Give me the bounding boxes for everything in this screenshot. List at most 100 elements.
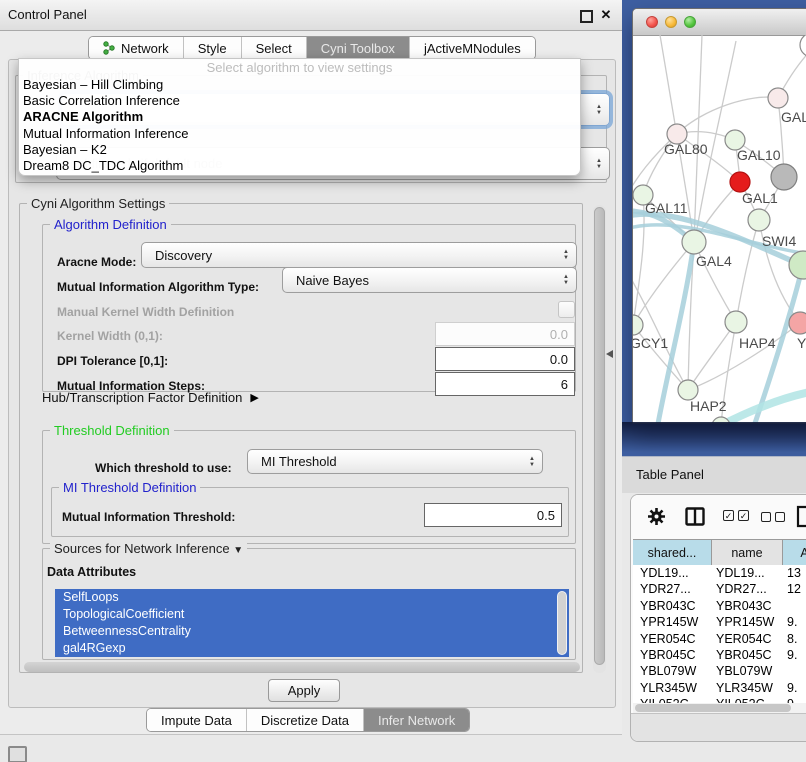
network-node-labels: GAL GAL80 GAL10 GAL1 GAL11 SWI4 GAL4 GCY…	[633, 109, 806, 414]
table-row[interactable]: YBR045CYBR045C9.	[633, 647, 806, 663]
dropdown-prompt: Select algorithm to view settings	[19, 59, 580, 77]
group-title: Cyni Algorithm Settings	[27, 196, 169, 211]
tab-network[interactable]: Network	[89, 37, 184, 59]
which-threshold-label: Which threshold to use:	[95, 461, 232, 475]
table-row[interactable]: YDR27...YDR27...12	[633, 581, 806, 597]
attribute-item[interactable]: TopologicalCoefficient	[55, 606, 569, 623]
window-shadow	[622, 422, 806, 452]
attribute-item[interactable]: BetweennessCentrality	[55, 623, 569, 640]
sources-title: Sources for Network Inference	[54, 541, 230, 556]
collapsed-panel-icon[interactable]	[8, 746, 27, 762]
bottom-tab-bar: Impute Data Discretize Data Infer Networ…	[146, 708, 470, 732]
gear-icon[interactable]	[647, 507, 666, 531]
mi-threshold-field[interactable]	[424, 503, 562, 527]
tab-jactivemnodules[interactable]: jActiveMNodules	[410, 37, 535, 59]
group-title: Algorithm Definition	[50, 217, 171, 232]
column-header-partial[interactable]: A	[783, 540, 806, 565]
tab-style[interactable]: Style	[184, 37, 242, 59]
dropdown-item-selected[interactable]: ARACNE Algorithm	[19, 109, 580, 125]
table-header-row: shared... name A	[633, 539, 806, 566]
attribute-item[interactable]: SelfLoops	[55, 589, 569, 606]
unchecked-columns-icon[interactable]	[761, 511, 785, 522]
network-view-window[interactable]: GAL GAL80 GAL10 GAL1 GAL11 SWI4 GAL4 GCY…	[632, 8, 806, 424]
table-row[interactable]: YER054CYER054C8.	[633, 631, 806, 647]
tab-label: Infer Network	[378, 713, 455, 728]
algorithm-dropdown-popup: Select algorithm to view settings Bayesi…	[18, 58, 581, 176]
horizontal-scrollbar[interactable]	[24, 662, 580, 672]
network-icon	[103, 41, 116, 55]
dpi-tolerance-field[interactable]	[435, 347, 575, 371]
tab-label: Cyni Toolbox	[321, 41, 395, 56]
mac-zoom-icon[interactable]	[684, 16, 696, 28]
dropdown-item[interactable]: Bayesian – Hill Climbing	[19, 77, 580, 93]
dropdown-item[interactable]: Bayesian – K2	[19, 142, 580, 158]
table-panel-titlebar[interactable]: Table Panel	[622, 456, 806, 493]
which-threshold-combobox[interactable]: MI Threshold ▲▼	[247, 449, 543, 474]
node-label: Y	[797, 335, 806, 351]
table-panel: ✓✓ shared... name A YDL19...YDL19.	[630, 494, 806, 742]
dropdown-item[interactable]: Basic Correlation Inference	[19, 93, 580, 109]
network-graph[interactable]: GAL GAL80 GAL10 GAL1 GAL11 SWI4 GAL4 GCY…	[633, 35, 806, 423]
window-title: Control Panel	[8, 0, 87, 30]
node-label: GAL	[781, 109, 806, 125]
table-panel-title: Table Panel	[636, 457, 704, 493]
mi-type-combobox[interactable]: Naive Bayes ▲▼	[282, 267, 577, 293]
table-row[interactable]: YBR043CYBR043C	[633, 598, 806, 614]
dropdown-item[interactable]: Dream8 DC_TDC Algorithm	[19, 158, 580, 174]
kernel-width-label: Kernel Width (0,1):	[57, 329, 163, 343]
which-threshold-value: MI Threshold	[261, 450, 337, 473]
checked-columns-icon[interactable]: ✓✓	[723, 510, 749, 521]
dropdown-item[interactable]: Mutual Information Inference	[19, 126, 580, 142]
node-y	[789, 312, 806, 334]
node-gal1	[748, 209, 770, 231]
tab-cyni-toolbox[interactable]: Cyni Toolbox	[307, 37, 410, 59]
attributes-scrollbar[interactable]	[557, 591, 567, 655]
table-row[interactable]: YDL19...YDL19...13	[633, 565, 806, 581]
mi-type-value: Naive Bayes	[296, 268, 369, 292]
apply-button[interactable]: Apply	[268, 679, 340, 702]
table-toolbar: ✓✓	[631, 495, 806, 539]
tab-label: Style	[198, 41, 227, 56]
mi-threshold-label: Mutual Information Threshold:	[62, 510, 235, 524]
table-horizontal-scrollbar[interactable]	[633, 703, 806, 713]
split-columns-icon[interactable]	[685, 507, 705, 531]
table-row[interactable]: YBL079WYBL079W	[633, 663, 806, 679]
tab-impute-data[interactable]: Impute Data	[147, 709, 247, 731]
node-label: GAL80	[664, 141, 708, 157]
mac-minimize-icon[interactable]	[665, 16, 677, 28]
aracne-mode-combobox[interactable]: Discovery ▲▼	[141, 242, 577, 268]
float-window-icon[interactable]	[578, 7, 594, 23]
tab-discretize-data[interactable]: Discretize Data	[247, 709, 364, 731]
table-row[interactable]: YPR145WYPR145W9.	[633, 614, 806, 630]
kernel-width-field[interactable]	[435, 322, 575, 346]
combo-spinner-icon: ▲▼	[563, 268, 569, 292]
group-title: MI Threshold Definition	[59, 480, 200, 495]
close-window-icon[interactable]: ✕	[598, 7, 614, 23]
page-icon[interactable]	[796, 505, 806, 533]
manual-kernel-checkbox[interactable]	[558, 301, 575, 318]
attribute-item[interactable]: gal4RGexp	[55, 640, 569, 657]
node-gcy1	[633, 315, 643, 335]
mac-close-icon[interactable]	[646, 16, 658, 28]
vertical-scrollbar[interactable]	[593, 205, 606, 673]
manual-kernel-label: Manual Kernel Width Definition	[57, 305, 234, 319]
node-label: GAL10	[737, 147, 781, 163]
sources-expander[interactable]: Sources for Network Inference ▼	[50, 541, 247, 558]
mi-type-label: Mutual Information Algorithm Type:	[57, 280, 259, 294]
node-selected-red	[730, 172, 750, 192]
mi-threshold-definition-group: MI Threshold Definition Mutual Informati…	[51, 487, 569, 537]
mi-steps-field[interactable]	[435, 372, 575, 396]
network-window-titlebar[interactable]	[633, 9, 806, 36]
tab-select[interactable]: Select	[242, 37, 307, 59]
node-gal4	[682, 230, 706, 254]
control-panel-titlebar[interactable]: Control Panel ✕	[0, 0, 622, 31]
hub-definition-expander[interactable]: Hub/Transcription Factor Definition ▶	[42, 390, 259, 405]
column-header-name[interactable]: name	[712, 540, 783, 565]
tab-infer-network[interactable]: Infer Network	[364, 709, 469, 731]
node-hap2	[678, 380, 698, 400]
dpi-tolerance-label: DPI Tolerance [0,1]:	[57, 354, 168, 368]
node	[768, 88, 788, 108]
table-row[interactable]: YLR345WYLR345W9.	[633, 680, 806, 696]
column-header-shared-name[interactable]: shared...	[633, 540, 712, 565]
tab-label: Select	[256, 41, 292, 56]
